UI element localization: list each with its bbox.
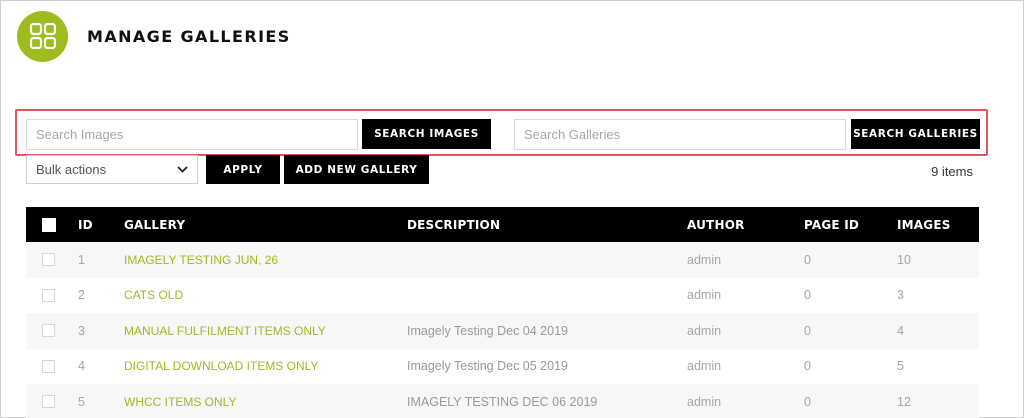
cell-author: admin <box>687 323 722 338</box>
item-count: 9 items <box>931 164 973 179</box>
cell-id: 3 <box>78 323 85 338</box>
cell-id: 2 <box>78 288 85 303</box>
column-header-author[interactable]: AUTHOR <box>687 207 804 242</box>
page-header: MANAGE GALLERIES <box>17 10 291 62</box>
cell-description: Imagely Testing Dec 04 2019 <box>407 323 568 338</box>
page-title: MANAGE GALLERIES <box>87 26 291 46</box>
cell-description <box>407 278 687 314</box>
column-header-description[interactable]: DESCRIPTION <box>407 207 687 242</box>
gallery-link[interactable]: MANUAL FULFILMENT ITEMS ONLY <box>124 313 407 349</box>
search-images-input[interactable] <box>26 119 358 150</box>
bulk-actions-label: Bulk actions <box>36 162 107 177</box>
gallery-link[interactable]: DIGITAL DOWNLOAD ITEMS ONLY <box>124 349 407 385</box>
column-header-page-id[interactable]: PAGE ID <box>804 207 897 242</box>
cell-images: 3 <box>897 288 904 303</box>
cell-page-id: 0 <box>804 359 811 374</box>
row-checkbox[interactable] <box>26 242 78 278</box>
table-row: 3 MANUAL FULFILMENT ITEMS ONLY Imagely T… <box>26 313 979 349</box>
column-header-id[interactable]: ID <box>78 207 124 242</box>
grid-icon <box>17 10 68 62</box>
bulk-actions-select[interactable]: Bulk actions <box>26 155 198 184</box>
cell-id: 4 <box>78 359 85 374</box>
search-galleries-button[interactable]: SEARCH GALLERIES <box>851 119 980 149</box>
cell-id: 5 <box>78 394 85 409</box>
galleries-table: ID GALLERY DESCRIPTION AUTHOR PAGE ID IM… <box>26 207 979 418</box>
table-row: 5 WHCC ITEMS ONLY IMAGELY TESTING DEC 06… <box>26 384 979 418</box>
row-checkbox[interactable] <box>26 349 78 385</box>
cell-page-id: 0 <box>804 288 811 303</box>
gallery-link[interactable]: IMAGELY TESTING JUN, 26 <box>124 242 407 278</box>
cell-author: admin <box>687 288 722 303</box>
table-row: 4 DIGITAL DOWNLOAD ITEMS ONLY Imagely Te… <box>26 348 979 385</box>
add-new-gallery-button[interactable]: ADD NEW GALLERY <box>284 155 429 184</box>
chevron-down-icon <box>177 166 188 173</box>
cell-images: 4 <box>897 323 904 338</box>
table-header-row: ID GALLERY DESCRIPTION AUTHOR PAGE ID IM… <box>26 207 979 242</box>
cell-description: IMAGELY TESTING DEC 06 2019 <box>407 394 598 409</box>
cell-description: Imagely Testing Dec 05 2019 <box>407 359 568 374</box>
cell-author: admin <box>687 252 722 267</box>
table-row: 1 IMAGELY TESTING JUN, 26 admin 0 10 <box>26 242 979 278</box>
column-header-gallery[interactable]: GALLERY <box>124 207 407 242</box>
cell-id: 1 <box>78 252 85 267</box>
cell-author: admin <box>687 394 722 409</box>
table-row: 2 CATS OLD admin 0 3 <box>26 277 979 314</box>
apply-button[interactable]: APPLY <box>206 155 280 184</box>
row-checkbox[interactable] <box>26 384 78 418</box>
select-all-checkbox[interactable] <box>26 207 78 242</box>
gallery-link[interactable]: CATS OLD <box>124 278 407 314</box>
search-images-button[interactable]: SEARCH IMAGES <box>362 119 491 149</box>
cell-page-id: 0 <box>804 323 811 338</box>
search-galleries-input[interactable] <box>514 119 846 150</box>
cell-description <box>407 242 687 278</box>
cell-images: 10 <box>897 252 911 267</box>
cell-images: 5 <box>897 359 904 374</box>
cell-page-id: 0 <box>804 394 811 409</box>
cell-page-id: 0 <box>804 252 811 267</box>
gallery-link[interactable]: WHCC ITEMS ONLY <box>124 384 407 418</box>
cell-images: 12 <box>897 394 911 409</box>
column-header-images[interactable]: IMAGES <box>897 207 979 242</box>
row-checkbox[interactable] <box>26 278 78 314</box>
row-checkbox[interactable] <box>26 313 78 349</box>
cell-author: admin <box>687 359 722 374</box>
